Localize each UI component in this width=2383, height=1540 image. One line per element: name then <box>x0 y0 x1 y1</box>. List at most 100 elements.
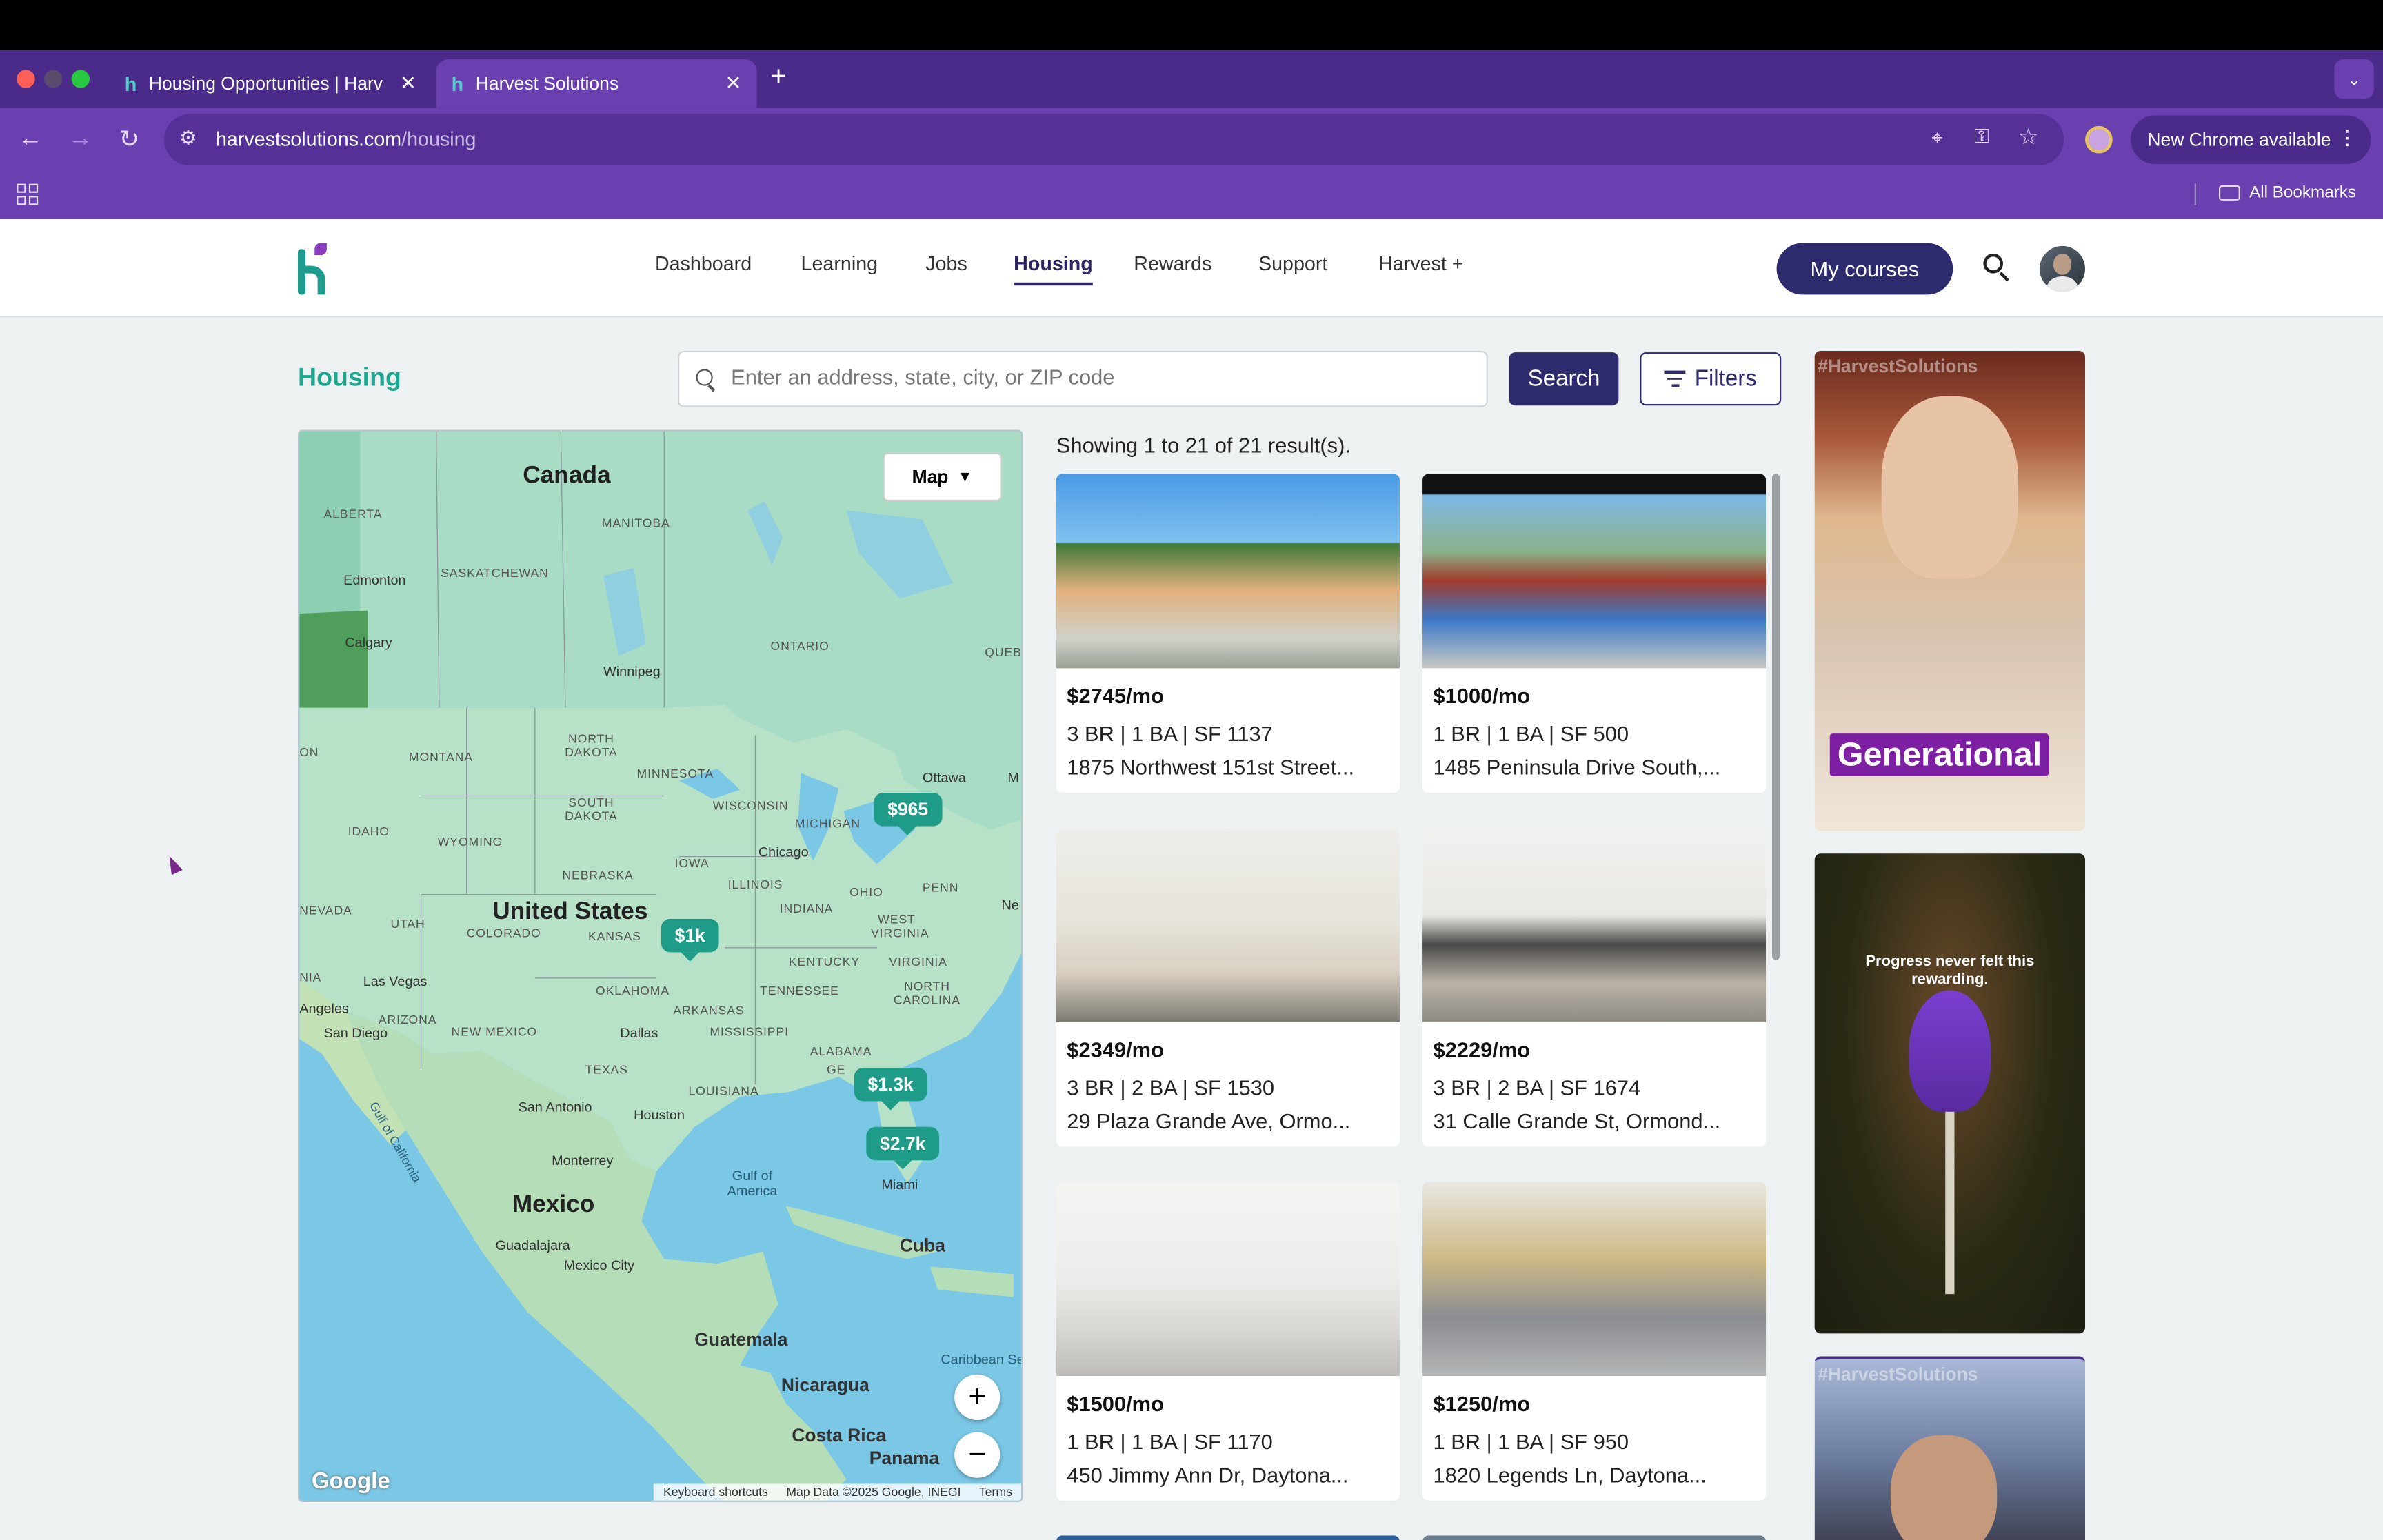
new-tab-button[interactable]: + <box>770 61 786 92</box>
listing-card[interactable]: $1250/mo 1 BR | 1 BA | SF 950 1820 Legen… <box>1422 1182 1767 1501</box>
address-bar[interactable]: ⚙ harvestsolutions.com/housing ⌖ ⚿ ☆ <box>164 114 2064 166</box>
all-bookmarks-button[interactable]: All Bookmarks <box>2218 184 2356 202</box>
map-label-dallas: Dallas <box>620 1025 658 1041</box>
map-label-montana: MONTANA <box>408 750 473 764</box>
map-label-panama: Panama <box>869 1447 940 1469</box>
nav-dashboard[interactable]: Dashboard <box>655 252 752 275</box>
nav-support[interactable]: Support <box>1258 252 1327 275</box>
password-key-icon[interactable]: ⚿ <box>1974 125 1989 149</box>
search-icon[interactable] <box>1982 252 2012 283</box>
tab-close-icon[interactable]: ✕ <box>725 72 742 96</box>
map-label-wyoming: WYOMING <box>437 835 503 849</box>
map-label-m: M <box>1007 770 1019 786</box>
browser-tab-harvest-solutions[interactable]: h Harvest Solutions ✕ <box>436 59 757 108</box>
harvest-favicon-icon: h <box>124 72 137 95</box>
keyboard-shortcuts-link[interactable]: Keyboard shortcuts <box>663 1486 768 1499</box>
map-price-marker[interactable]: $2.7k <box>866 1126 940 1170</box>
listing-specs: 1 BR | 1 BA | SF 1170 <box>1067 1429 1273 1454</box>
listing-card[interactable]: $1000/mo 1 BR | 1 BA | SF 500 1485 Penin… <box>1422 474 1767 793</box>
address-search-field[interactable] <box>678 350 1488 407</box>
listing-card[interactable]: $2745/mo 3 BR | 1 BA | SF 1137 1875 Nort… <box>1056 474 1400 793</box>
chrome-update-button[interactable]: New Chrome available ⋮ <box>2131 115 2371 164</box>
mouse-cursor-icon <box>163 853 183 875</box>
map-label-idaho: IDAHO <box>348 824 390 839</box>
listing-specs: 3 BR | 1 BA | SF 1137 <box>1067 721 1273 746</box>
nav-learning[interactable]: Learning <box>801 252 878 275</box>
tab-search-chevron-icon[interactable]: ⌄ <box>2334 59 2374 99</box>
nav-harvest-plus[interactable]: Harvest + <box>1378 252 1463 275</box>
close-window-button[interactable] <box>17 70 35 88</box>
address-search-input[interactable] <box>731 364 1461 389</box>
terms-link[interactable]: Terms <box>979 1486 1012 1499</box>
person-face <box>1881 396 2019 579</box>
nav-jobs[interactable]: Jobs <box>925 252 967 275</box>
minimize-window-button[interactable] <box>43 70 63 88</box>
hashtag-watermark: #HarvestSolutions <box>1818 355 1978 377</box>
listing-card[interactable] <box>1422 1535 1767 1540</box>
map-label-illinois: ILLINOIS <box>727 878 783 892</box>
listing-card[interactable]: $1500/mo 1 BR | 1 BA | SF 1170 450 Jimmy… <box>1056 1182 1400 1501</box>
site-settings-icon[interactable]: ⚙ <box>179 126 197 150</box>
browser-toolbar: ← → ↻ ⚙ harvestsolutions.com/housing ⌖ ⚿… <box>0 108 2383 172</box>
tab-close-icon[interactable]: ✕ <box>400 72 416 96</box>
flower-stem <box>1945 1111 1955 1295</box>
listing-photo <box>1056 1535 1400 1540</box>
map-price-marker[interactable]: $1.3k <box>854 1067 927 1111</box>
back-arrow-icon[interactable]: ← <box>10 120 50 159</box>
map-price-marker[interactable]: $1k <box>661 918 719 962</box>
map-label-arkansas: ARKANSAS <box>673 1004 745 1018</box>
browser-tab-housing-opportunities[interactable]: h Housing Opportunities | Harv ✕ <box>110 59 432 108</box>
folder-icon <box>2218 185 2240 201</box>
zoom-in-button[interactable]: + <box>954 1374 1001 1420</box>
results-count: Showing 1 to 21 of 21 result(s). <box>1056 432 1351 458</box>
housing-map[interactable]: Canada ALBERTA MANITOBA SASKATCHEWAN Edm… <box>298 429 1023 1502</box>
nav-housing[interactable]: Housing <box>1014 252 1093 286</box>
location-off-icon[interactable]: ⌖ <box>1931 126 1942 150</box>
search-button[interactable]: Search <box>1509 352 1619 406</box>
filters-button[interactable]: Filters <box>1640 352 1782 406</box>
zoom-out-button[interactable]: − <box>954 1432 1001 1478</box>
map-label-virginia: VIRGINIA <box>889 955 947 969</box>
listing-specs: 1 BR | 1 BA | SF 950 <box>1433 1429 1629 1454</box>
harvest-logo[interactable] <box>298 243 331 295</box>
forward-arrow-icon[interactable]: → <box>61 120 100 159</box>
map-label-wisconsin: WISCONSIN <box>712 798 789 813</box>
map-label-winnipeg: Winnipeg <box>603 663 661 679</box>
listing-card[interactable]: $2349/mo 3 BR | 2 BA | SF 1530 29 Plaza … <box>1056 827 1400 1147</box>
map-label-alberta: ALBERTA <box>323 507 383 521</box>
promo-video-man[interactable]: #HarvestSolutions <box>1814 1356 2086 1540</box>
map-label-alabama: ALABAMA <box>810 1044 872 1059</box>
listing-photo <box>1056 474 1400 669</box>
map-type-dropdown[interactable]: Map ▼ <box>883 452 1002 502</box>
map-label-nia: NIA <box>299 970 322 984</box>
profile-avatar-icon[interactable] <box>2085 125 2113 154</box>
map-label-on: ON <box>299 745 319 760</box>
apps-grid-icon[interactable] <box>17 183 39 205</box>
results-scrollbar[interactable] <box>1771 474 1780 960</box>
map-label-indiana: INDIANA <box>779 902 834 916</box>
map-attribution: Keyboard shortcuts Map Data ©2025 Google… <box>654 1483 1022 1501</box>
listing-address: 1875 Northwest 151st Street... <box>1067 754 1355 780</box>
map-label-nicaragua: Nicaragua <box>781 1374 869 1396</box>
promo-video-progress[interactable]: Progress never felt this rewarding. <box>1814 853 2086 1334</box>
reload-icon[interactable]: ↻ <box>110 120 149 159</box>
listing-photo <box>1422 1182 1767 1377</box>
map-label-ottawa: Ottawa <box>922 770 966 786</box>
more-menu-icon[interactable]: ⋮ <box>2337 126 2357 150</box>
nav-rewards[interactable]: Rewards <box>1134 252 1211 275</box>
crocus-flower <box>1909 990 1991 1112</box>
listing-card[interactable]: $2229/mo 3 BR | 2 BA | SF 1674 31 Calle … <box>1422 827 1767 1147</box>
listing-price: $2349/mo <box>1067 1037 1164 1062</box>
user-avatar[interactable] <box>2039 245 2086 292</box>
generational-caption: Generational <box>1829 733 2050 776</box>
listing-specs: 1 BR | 1 BA | SF 500 <box>1433 721 1629 746</box>
promo-video-generational[interactable]: #HarvestSolutions Generational <box>1814 350 2086 831</box>
bookmark-star-icon[interactable]: ☆ <box>2018 123 2039 150</box>
my-courses-button[interactable]: My courses <box>1776 243 1953 295</box>
map-price-marker[interactable]: $965 <box>874 793 942 835</box>
maximize-window-button[interactable] <box>71 70 90 88</box>
map-label-penn: PENN <box>922 880 959 895</box>
web-page: Dashboard Learning Jobs Housing Rewards … <box>0 219 2383 1540</box>
listing-card[interactable] <box>1056 1535 1400 1540</box>
map-label-colorado: COLORADO <box>466 926 541 940</box>
